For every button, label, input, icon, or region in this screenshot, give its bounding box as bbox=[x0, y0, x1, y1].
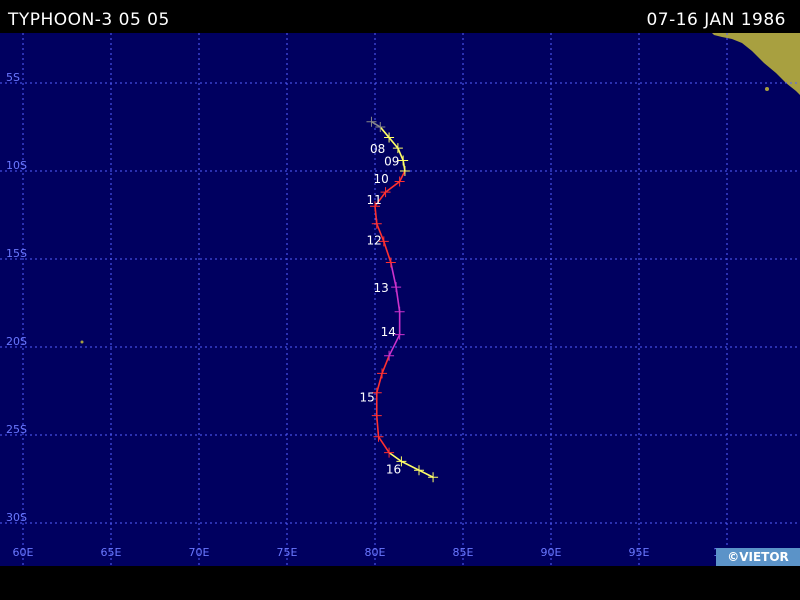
day-label: 15 bbox=[359, 390, 374, 404]
header-bar: TYPHOON-3 05 05 07-16 JAN 1986 bbox=[0, 0, 800, 33]
date-range: 07-16 JAN 1986 bbox=[646, 10, 786, 30]
day-label: 08 bbox=[370, 142, 385, 156]
day-label: 12 bbox=[367, 234, 382, 248]
lat-label: 15S bbox=[6, 247, 27, 260]
lat-label: 10S bbox=[6, 159, 27, 172]
lon-label: 80E bbox=[365, 546, 386, 559]
ocean-background bbox=[0, 33, 800, 566]
footer-bar bbox=[0, 566, 800, 600]
track-map[interactable]: 60E65E70E75E80E85E90E95E100E5S10S15S20S2… bbox=[0, 33, 800, 566]
day-label: 16 bbox=[386, 462, 401, 476]
day-label: 14 bbox=[381, 325, 396, 339]
credit-badge: ©VIETOR bbox=[716, 548, 800, 566]
lon-label: 75E bbox=[277, 546, 298, 559]
lon-label: 70E bbox=[189, 546, 210, 559]
storm-title: TYPHOON-3 05 05 bbox=[8, 10, 170, 30]
day-label: 13 bbox=[374, 281, 389, 295]
land-islet bbox=[80, 340, 84, 344]
day-label: 11 bbox=[367, 193, 382, 207]
lat-label: 20S bbox=[6, 335, 27, 348]
day-label: 10 bbox=[374, 172, 389, 186]
lon-label: 95E bbox=[629, 546, 650, 559]
lat-label: 25S bbox=[6, 423, 27, 436]
day-label: 09 bbox=[384, 154, 399, 168]
lon-label: 60E bbox=[13, 546, 34, 559]
lon-label: 65E bbox=[101, 546, 122, 559]
land-islet bbox=[765, 87, 769, 91]
lat-label: 5S bbox=[6, 71, 20, 84]
lon-label: 90E bbox=[541, 546, 562, 559]
lat-label: 30S bbox=[6, 511, 27, 524]
lon-label: 85E bbox=[453, 546, 474, 559]
